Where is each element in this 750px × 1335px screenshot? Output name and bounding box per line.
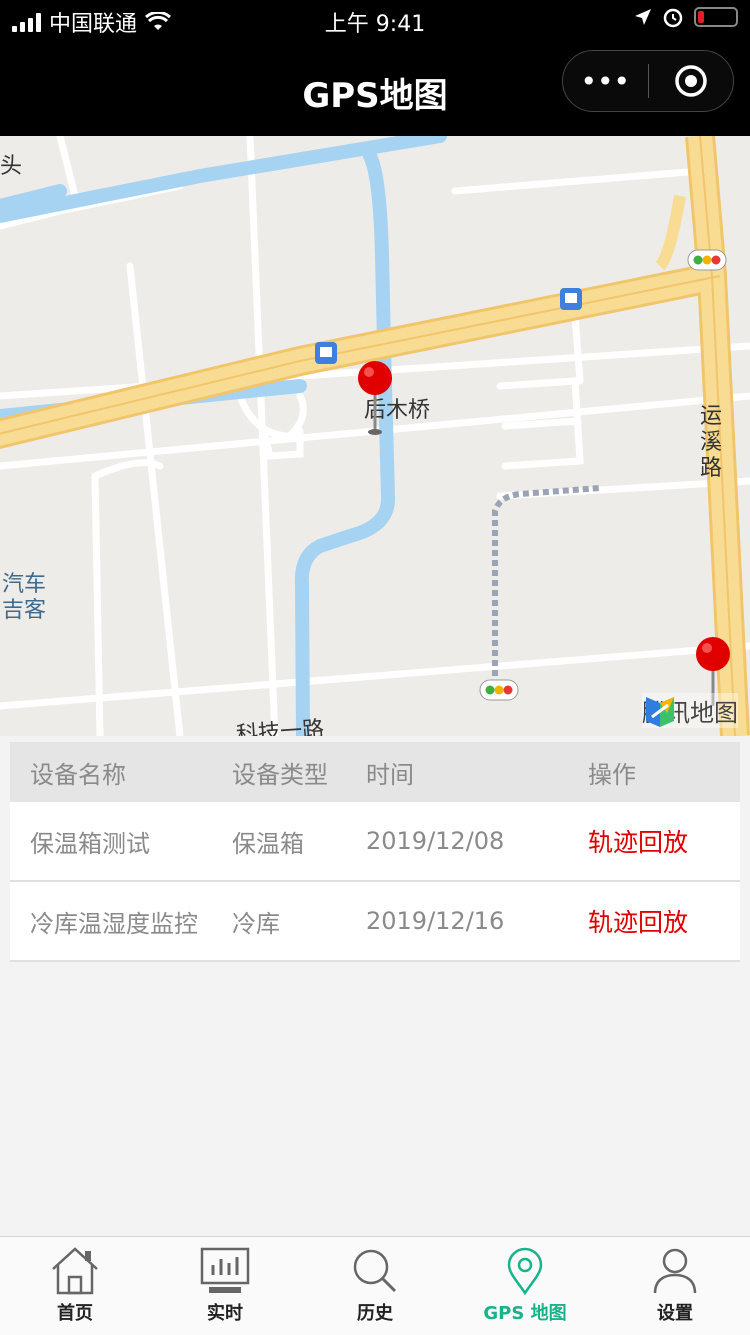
device-table: 设备名称 设备类型 时间 操作 保温箱测试 保温箱 2019/12/08 轨迹回… <box>10 742 740 962</box>
user-icon <box>653 1248 697 1294</box>
header-device-name: 设备名称 <box>30 760 126 789</box>
battery-icon <box>694 7 738 27</box>
table-row: 保温箱测试 保温箱 2019/12/08 轨迹回放 <box>10 802 740 882</box>
status-bar: 中国联通 上午 9:41 <box>0 0 750 40</box>
tab-home-label: 首页 <box>57 1303 93 1324</box>
monitor-icon <box>200 1247 250 1293</box>
location-arrow-icon <box>635 9 651 25</box>
search-icon <box>353 1249 397 1293</box>
device-marker[interactable] <box>357 360 393 440</box>
tab-settings[interactable]: 设置 <box>600 1237 750 1335</box>
map-pin-icon <box>358 361 392 435</box>
tab-gps-map-label: GPS 地图 <box>483 1303 567 1324</box>
alarm-icon <box>663 8 683 28</box>
header-time: 时间 <box>366 760 414 789</box>
map-label-yun-xi-lu: 运溪路 <box>700 404 723 481</box>
track-playback-button[interactable]: 轨迹回放 <box>588 823 740 859</box>
close-button[interactable] <box>649 63 734 99</box>
tab-history[interactable]: 历史 <box>300 1237 450 1335</box>
location-pin-icon <box>507 1247 543 1296</box>
tab-home[interactable]: 首页 <box>0 1237 150 1335</box>
tab-history-label: 历史 <box>357 1303 393 1324</box>
device-name-cell: 冷库温湿度监控 <box>30 909 198 938</box>
traffic-light-icon <box>687 249 727 271</box>
target-icon <box>675 65 707 97</box>
tab-realtime-label: 实时 <box>207 1303 243 1324</box>
map-label-top-left: 头 <box>0 154 23 179</box>
device-name-cell: 保温箱测试 <box>30 829 150 858</box>
bus-stop-icon <box>560 288 582 310</box>
tencent-map-logo-icon <box>646 697 674 727</box>
map-label-qi-che-ji-ke: 汽车 吉客 <box>2 572 47 623</box>
table-header: 设备名称 设备类型 时间 操作 <box>10 742 740 802</box>
time-cell: 2019/12/08 <box>366 827 505 855</box>
home-icon <box>52 1247 98 1295</box>
map-view[interactable]: 头 后木桥 运溪路 科技一路 汽车 吉客 腾讯地图 <box>0 136 750 736</box>
status-icons <box>634 6 738 28</box>
tab-gps-map[interactable]: GPS 地图 <box>450 1237 600 1335</box>
navigation-bar: GPS地图 ••• <box>0 40 750 136</box>
track-playback-button[interactable]: 轨迹回放 <box>588 903 740 939</box>
device-type-cell: 冷库 <box>232 909 280 938</box>
table-row: 冷库温湿度监控 冷库 2019/12/16 轨迹回放 <box>10 882 740 962</box>
more-button[interactable]: ••• <box>563 65 648 98</box>
tab-bar: 首页 实时 历史 GPS 地图 设置 <box>0 1236 750 1335</box>
time-cell: 2019/12/16 <box>366 907 505 935</box>
mini-program-capsule: ••• <box>562 50 734 112</box>
header-action: 操作 <box>588 760 636 789</box>
map-brand: 腾讯地图 <box>642 693 738 728</box>
tab-settings-label: 设置 <box>657 1303 693 1324</box>
tab-realtime[interactable]: 实时 <box>150 1237 300 1335</box>
header-device-type: 设备类型 <box>232 760 328 789</box>
traffic-light-icon <box>479 679 519 701</box>
device-type-cell: 保温箱 <box>232 829 304 858</box>
bus-stop-icon <box>315 342 337 364</box>
